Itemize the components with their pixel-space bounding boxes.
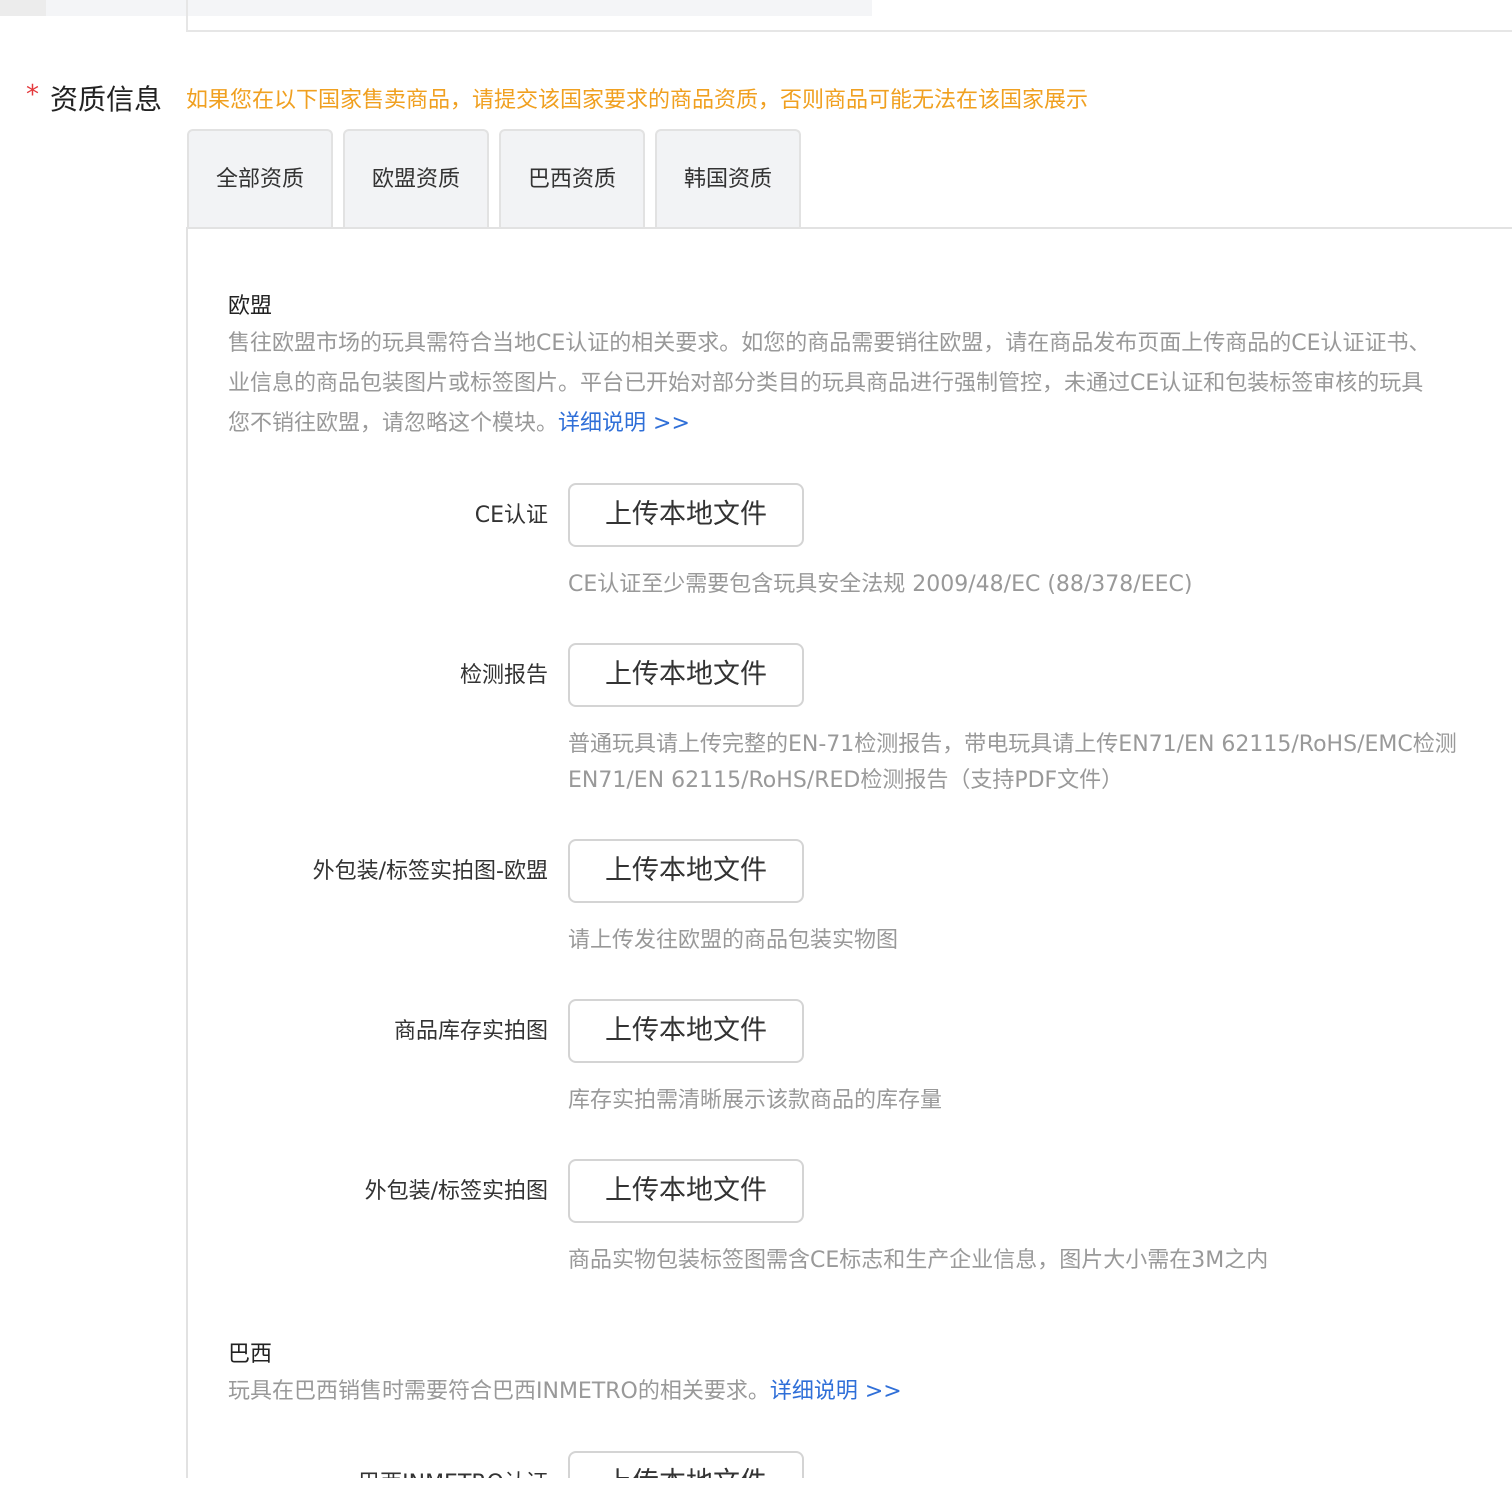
packaging-photo-label: 外包装/标签实拍图 <box>364 1179 548 1204</box>
tab-brazil-qualifications[interactable]: 巴西资质 <box>499 129 645 229</box>
inventory-photo-hint: 库存实拍需清晰展示该款商品的库存量 <box>568 1088 943 1113</box>
eu-detail-link[interactable]: 详细说明 >> <box>558 411 690 436</box>
required-mark: * <box>26 80 39 110</box>
test-report-hint-line2: EN71/EN 62115/RoHS/RED检测报告（支持PDF文件） <box>568 768 1124 793</box>
eu-region-title: 欧盟 <box>228 294 273 319</box>
inventory-photo-upload-button[interactable]: 上传本地文件 <box>568 999 804 1063</box>
ce-cert-upload-button[interactable]: 上传本地文件 <box>568 483 804 547</box>
packaging-photo-upload-button[interactable]: 上传本地文件 <box>568 1159 804 1223</box>
eu-region-desc-line1: 售往欧盟市场的玩具需符合当地CE认证的相关要求。如您的商品需要销往欧盟，请在商品… <box>228 331 1431 356</box>
brazil-region-desc-text: 玩具在巴西销售时需要符合巴西INMETRO的相关要求。 <box>228 1379 770 1404</box>
packaging-photo-hint: 商品实物包装标签图需含CE标志和生产企业信息，图片大小需在3M之内 <box>568 1248 1269 1273</box>
top-left-block <box>0 0 46 16</box>
tab-all-qualifications[interactable]: 全部资质 <box>187 129 333 229</box>
ce-cert-hint: CE认证至少需要包含玩具安全法规 2009/48/EC (88/378/EEC) <box>568 572 1193 597</box>
inventory-photo-label: 商品库存实拍图 <box>393 1019 548 1044</box>
eu-packaging-photo-hint: 请上传发往欧盟的商品包装实物图 <box>568 928 899 953</box>
brazil-region-title: 巴西 <box>228 1342 273 1367</box>
test-report-label: 检测报告 <box>459 663 548 688</box>
tab-korea-qualifications[interactable]: 韩国资质 <box>655 129 801 229</box>
qualification-page: * 资质信息 如果您在以下国家售卖商品，请提交该国家要求的商品资质，否则商品可能… <box>0 0 1512 1512</box>
section-notice: 如果您在以下国家售卖商品，请提交该国家要求的商品资质，否则商品可能无法在该国家展… <box>186 88 1089 113</box>
previous-section-border <box>186 0 1512 32</box>
eu-region-desc-line3: 您不销往欧盟，请忽略这个模块。详细说明 >> <box>228 404 690 444</box>
eu-packaging-photo-label: 外包装/标签实拍图-欧盟 <box>312 859 548 884</box>
bottom-cutoff <box>0 1478 1512 1512</box>
brazil-detail-link[interactable]: 详细说明 >> <box>770 1379 902 1404</box>
eu-region-desc-text: 您不销往欧盟，请忽略这个模块。 <box>228 411 559 436</box>
ce-cert-label: CE认证 <box>474 503 548 528</box>
tab-eu-qualifications[interactable]: 欧盟资质 <box>343 129 489 229</box>
test-report-upload-button[interactable]: 上传本地文件 <box>568 643 804 707</box>
eu-region-desc-line2: 业信息的商品包装图片或标签图片。平台已开始对部分类目的玩具商品进行强制管控，未通… <box>228 371 1424 396</box>
eu-packaging-photo-upload-button[interactable]: 上传本地文件 <box>568 839 804 903</box>
section-title: 资质信息 <box>50 83 163 116</box>
brazil-region-desc: 玩具在巴西销售时需要符合巴西INMETRO的相关要求。详细说明 >> <box>228 1372 902 1412</box>
test-report-hint: 普通玩具请上传完整的EN-71检测报告，带电玩具请上传EN71/EN 62115… <box>568 732 1457 757</box>
